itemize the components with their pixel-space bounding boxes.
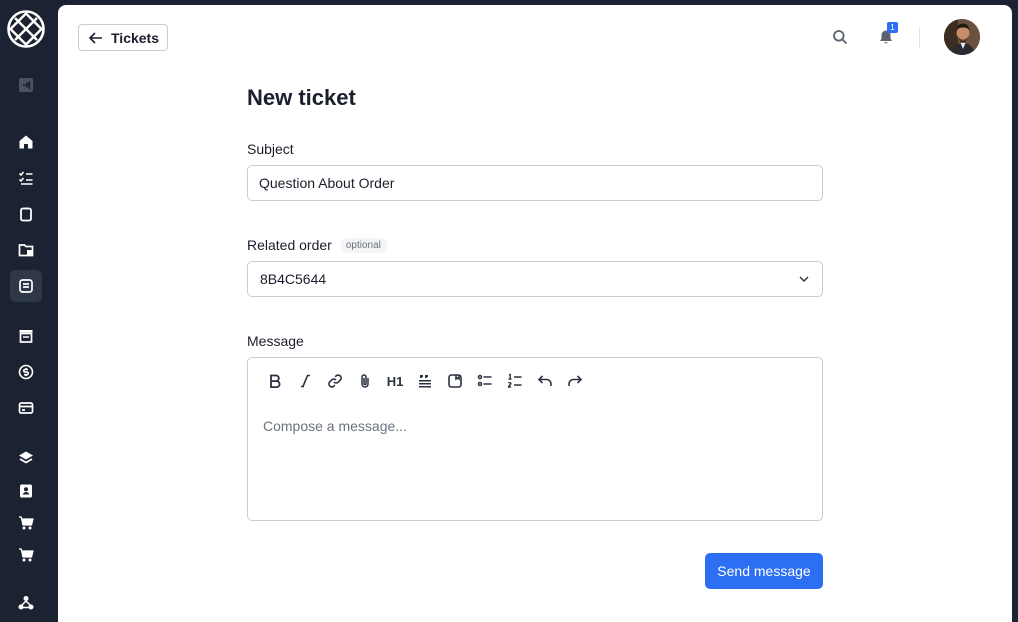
message-label: Message [247, 333, 304, 349]
main-panel: Tickets 1 New ticket Subject Question Ab… [58, 5, 1012, 622]
collapse-sidebar-icon[interactable] [13, 72, 39, 98]
related-order-label-group: Related order optional [247, 237, 387, 253]
ordered-list-icon[interactable] [500, 371, 530, 391]
billing-icon[interactable] [13, 359, 39, 385]
layers-icon[interactable] [13, 445, 39, 471]
header-divider [919, 28, 920, 48]
folders-icon[interactable] [13, 237, 39, 263]
arrow-left-icon [88, 31, 102, 44]
related-order-label: Related order [247, 237, 332, 253]
app-logo-icon[interactable] [6, 9, 46, 49]
subject-label: Subject [247, 141, 294, 157]
home-icon[interactable] [13, 129, 39, 155]
message-placeholder: Compose a message... [263, 418, 407, 434]
heading-1-icon[interactable]: H1 [380, 371, 410, 391]
contacts-icon[interactable] [13, 478, 39, 504]
send-message-button[interactable]: Send message [705, 553, 823, 589]
store-icon[interactable] [13, 323, 39, 349]
chevron-down-icon [799, 276, 809, 282]
subject-input[interactable]: Question About Order [247, 165, 823, 201]
redo-icon[interactable] [560, 371, 590, 391]
optional-badge: optional [339, 238, 387, 253]
subject-input-value: Question About Order [259, 175, 395, 191]
back-to-tickets-button[interactable]: Tickets [78, 24, 168, 51]
undo-icon[interactable] [530, 371, 560, 391]
bold-icon[interactable] [260, 371, 290, 391]
attachment-icon[interactable] [350, 371, 380, 391]
code-block-icon[interactable] [440, 371, 470, 391]
italic-icon[interactable] [290, 371, 320, 391]
notification-count-badge: 1 [887, 22, 898, 33]
cart-secondary-icon[interactable] [13, 542, 39, 568]
integrations-icon[interactable] [13, 590, 39, 616]
bullet-list-icon[interactable] [470, 371, 500, 391]
sidebar [0, 0, 58, 622]
editor-toolbar: H1 [260, 371, 590, 391]
notifications-button[interactable]: 1 [876, 22, 898, 47]
blockquote-icon[interactable] [410, 371, 440, 391]
payment-card-icon[interactable] [13, 395, 39, 421]
page-title: New ticket [247, 85, 356, 110]
related-order-select[interactable]: 8B4C5644 [247, 261, 823, 297]
user-avatar[interactable] [944, 19, 980, 55]
cart-icon[interactable] [13, 510, 39, 536]
tickets-icon[interactable] [10, 270, 42, 302]
back-button-label: Tickets [111, 29, 159, 46]
related-order-value: 8B4C5644 [260, 271, 327, 287]
link-icon[interactable] [320, 371, 350, 391]
tasks-icon[interactable] [13, 165, 39, 191]
message-editor[interactable]: H1 Compose a message... [247, 357, 823, 521]
orders-icon[interactable] [13, 201, 39, 227]
search-icon[interactable] [830, 27, 850, 47]
